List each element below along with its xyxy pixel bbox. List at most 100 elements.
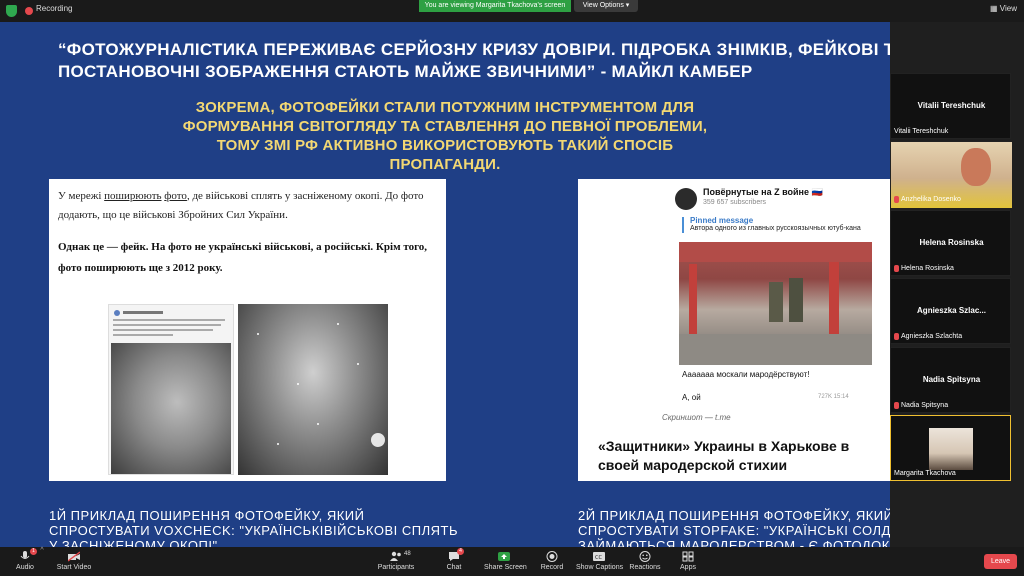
participant-tile[interactable]: Agnieszka Szlac... Agnieszka Szlachta xyxy=(890,278,1011,344)
participant-name: Agnieszka Szlachta xyxy=(901,333,963,340)
article-headline: «Защитники» Украины в Харькове в своей м… xyxy=(598,438,850,473)
participant-label: Helena Rosinska xyxy=(894,265,954,272)
view-options-button[interactable]: View Options ▾ xyxy=(574,0,638,12)
mic-muted-icon xyxy=(894,333,899,340)
post-text-lines xyxy=(113,310,225,336)
card1-photo-collage xyxy=(108,304,388,475)
participant-display-name: Vitalii Tereshchuk xyxy=(917,101,986,110)
apps-button[interactable]: Apps xyxy=(676,547,700,576)
view-label: View xyxy=(999,4,1017,13)
snow-specks xyxy=(257,323,385,447)
card1-link-photo: фото xyxy=(164,190,187,202)
participant-name: Margarita Tkachova xyxy=(894,470,956,477)
chat-button[interactable]: 4 Chat xyxy=(440,547,468,576)
fake-example-card-2: Повёрнутые на Z войне 🇷🇺 359 657 subscri… xyxy=(578,179,890,481)
participants-icon xyxy=(390,551,401,561)
participant-display-name: Helena Rosinska xyxy=(919,238,984,247)
security-shield-icon[interactable] xyxy=(6,5,17,17)
participant-label: Vitalii Tereshchuk xyxy=(894,128,948,135)
street-scene xyxy=(679,242,872,365)
example-2-caption: 2Й ПРИКЛАД ПОШИРЕННЯ ФОТОФЕЙКУ, ЯКИЙ СПР… xyxy=(578,508,890,547)
share-screen-label: Share Screen xyxy=(484,564,527,571)
participants-button[interactable]: 48 Participants xyxy=(376,547,416,576)
record-button[interactable]: Record xyxy=(538,547,566,576)
leave-button[interactable]: Leave xyxy=(984,554,1017,569)
participant-label: Agnieszka Szlachta xyxy=(894,333,962,340)
participant-video xyxy=(929,428,973,470)
pinned-text: Автора одного из главных русскоязычных ю… xyxy=(690,225,861,232)
smiley-icon xyxy=(639,551,651,562)
view-button[interactable]: ▦ View xyxy=(990,4,1017,13)
audio-options-caret[interactable]: ^ xyxy=(38,547,46,576)
participant-tile[interactable]: Vitalii Tereshchuk Vitalii Tereshchuk xyxy=(890,73,1011,139)
participant-label: Anzhelika Dosenko xyxy=(894,196,961,203)
chat-label: Chat xyxy=(446,564,462,571)
channel-subscribers: 359 657 subscribers xyxy=(703,199,767,206)
audio-label: Audio xyxy=(16,564,34,571)
card1-description: У мережі поширюють фото, де військові сп… xyxy=(58,187,443,225)
participant-tile-video[interactable]: Anzhelika Dosenko xyxy=(890,141,1012,208)
viewing-screen-banner: You are viewing Margarita Tkachova's scr… xyxy=(419,0,571,12)
meeting-top-bar: Recording You are viewing Margarita Tkac… xyxy=(0,0,1024,22)
participant-tile[interactable]: Nadia Spitsyna Nadia Spitsyna xyxy=(890,347,1011,413)
shared-screen-slide: “ФОТОЖУРНАЛІСТИКА ПЕРЕЖИВАЄ СЕРЙОЗНУ КРИ… xyxy=(0,22,890,547)
participant-tile[interactable]: Helena Rosinska Helena Rosinska xyxy=(890,210,1011,276)
meeting-toolbar: 1 Audio ^ Start Video 48 Participants 4 … xyxy=(0,547,1024,576)
soldiers-snow-photo xyxy=(111,343,231,474)
record-icon xyxy=(546,551,558,562)
post-meta: 727K 15:14 xyxy=(818,394,849,400)
chat-badge: 4 xyxy=(457,548,464,555)
recording-dot-icon xyxy=(25,7,33,15)
apps-label: Apps xyxy=(680,564,696,571)
pinned-message: Pinned message Автора одного из главных … xyxy=(682,216,890,233)
participant-tile-active-speaker[interactable]: Margarita Tkachova xyxy=(890,415,1011,481)
record-label: Record xyxy=(540,564,564,571)
recording-label: Recording xyxy=(36,4,73,13)
participant-name: Helena Rosinska xyxy=(901,265,954,272)
mic-muted-icon xyxy=(894,196,899,203)
card1-debunk-text: Однак це — фейк. На фото не українські в… xyxy=(58,241,428,274)
microphone-icon xyxy=(20,551,30,559)
post-message-2: А, ой xyxy=(682,393,701,402)
start-video-button[interactable]: Start Video xyxy=(55,547,93,576)
show-captions-button[interactable]: CC Show Captions xyxy=(576,547,624,576)
channel-avatar xyxy=(675,188,697,210)
participant-face xyxy=(961,148,991,186)
participant-name: Anzhelika Dosenko xyxy=(901,196,961,203)
reactions-label: Reactions xyxy=(629,564,661,571)
participant-name: Nadia Spitsyna xyxy=(901,402,949,409)
video-off-icon xyxy=(68,551,80,562)
captions-icon: CC xyxy=(593,552,605,561)
mic-muted-icon xyxy=(894,402,899,409)
slide-subtitle: ЗОКРЕМА, ФОТОФЕЙКИ СТАЛИ ПОТУЖНИМ ІНСТРУ… xyxy=(182,99,708,173)
chevron-up-icon: ^ xyxy=(40,547,44,554)
pinned-label: Pinned message xyxy=(690,216,754,225)
participant-display-name: Agnieszka Szlac... xyxy=(917,306,986,315)
show-captions-label: Show Captions xyxy=(576,564,624,571)
example-1-caption: 1Й ПРИКЛАД ПОШИРЕННЯ ФОТОФЕЙКУ, ЯКИЙ СПР… xyxy=(49,508,458,547)
apps-grid-icon xyxy=(682,551,694,562)
night-snow-trench-photo xyxy=(238,304,388,475)
post-message: Ааааааа москали мародёрствуют! xyxy=(682,370,810,379)
participant-name: Vitalii Tereshchuk xyxy=(894,128,949,135)
fake-example-card-1: У мережі поширюють фото, де військові сп… xyxy=(49,179,446,481)
card1-link-spread: поширюють xyxy=(104,190,162,202)
start-video-label: Start Video xyxy=(56,564,92,571)
share-screen-icon xyxy=(498,552,510,561)
kharkiv-street-photo xyxy=(679,242,872,365)
reactions-button[interactable]: Reactions xyxy=(628,547,662,576)
participants-label: Participants xyxy=(377,564,415,571)
mic-muted-icon xyxy=(894,265,899,272)
participant-label: Nadia Spitsyna xyxy=(894,402,948,409)
participants-count: 48 xyxy=(404,551,411,557)
share-screen-button[interactable]: Share Screen xyxy=(484,547,527,576)
social-post-screenshot xyxy=(108,304,234,475)
audio-button[interactable]: 1 Audio xyxy=(10,547,40,576)
card1-text-pre: У мережі xyxy=(58,190,105,202)
participant-label: Margarita Tkachova xyxy=(894,470,956,477)
channel-name: Повёрнутые на Z войне 🇷🇺 xyxy=(703,187,823,197)
participant-display-name: Nadia Spitsyna xyxy=(922,375,981,384)
svg-text:CC: CC xyxy=(595,555,602,561)
grid-icon: ▦ xyxy=(990,4,1000,13)
screenshot-caption: Скриншот — t.me xyxy=(662,413,731,422)
